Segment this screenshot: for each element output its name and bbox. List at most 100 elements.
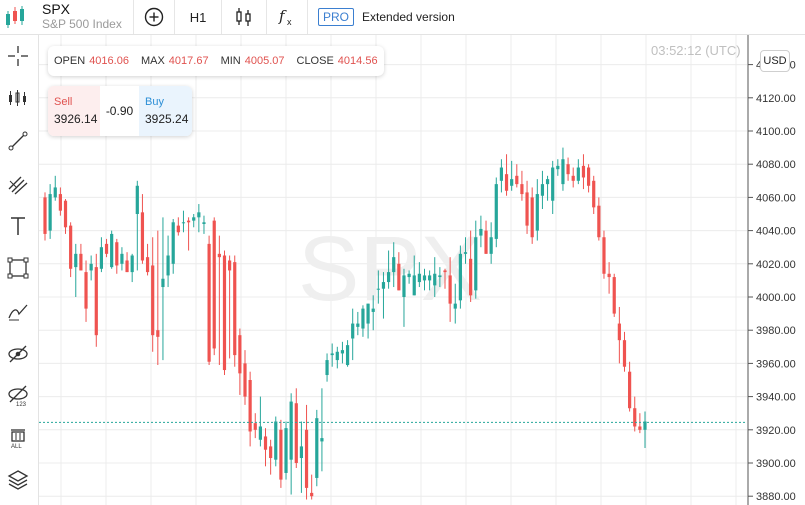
min-value: 4005.07 xyxy=(244,55,285,67)
candle-body xyxy=(156,330,160,337)
text-tool[interactable] xyxy=(5,213,31,239)
candle-body xyxy=(228,260,232,271)
crosshair-icon xyxy=(8,46,28,66)
candle-body xyxy=(315,418,319,478)
candle-body xyxy=(320,438,324,442)
symbol-name: S&P 500 Index xyxy=(42,17,122,31)
candle-body xyxy=(53,187,57,198)
candle-body xyxy=(581,165,586,178)
candle-body xyxy=(448,275,452,304)
price-tick-label: 4120.00 xyxy=(756,93,796,105)
text-icon xyxy=(11,217,25,235)
trendline-tool[interactable] xyxy=(5,128,31,154)
candle-body xyxy=(104,243,109,254)
indicators-icon xyxy=(9,90,26,106)
candle-body xyxy=(361,308,365,329)
price-tick-label: 4060.00 xyxy=(756,192,796,204)
symbol-ticker[interactable]: SPX xyxy=(42,1,70,17)
price-tick-label: 3880.00 xyxy=(756,491,796,503)
candle-body xyxy=(458,253,462,301)
max-label: MAX xyxy=(140,55,165,67)
candle-body xyxy=(207,243,211,362)
candle-body xyxy=(166,255,170,276)
candle-body xyxy=(181,222,186,224)
candle-body xyxy=(294,403,298,463)
candle-body xyxy=(176,225,180,233)
timeframe-button[interactable]: H1 xyxy=(174,0,221,34)
hide-indicators-icon: 123 xyxy=(8,385,28,407)
candle-body xyxy=(469,258,473,296)
candle-body xyxy=(145,257,150,273)
candle-body xyxy=(540,184,545,196)
brush-tool[interactable] xyxy=(5,298,31,324)
layers-icon xyxy=(7,470,29,490)
candle-body xyxy=(222,255,227,371)
price-tick-label: 4040.00 xyxy=(756,226,796,238)
candle-body xyxy=(161,278,165,288)
ohlc-info-panel: OPEN 4016.06 MAX 4017.67 MIN 4005.07 CLO… xyxy=(48,46,384,76)
candle-body xyxy=(566,164,570,175)
delete-all-tool[interactable]: ALL xyxy=(5,425,31,451)
candle-body xyxy=(120,253,124,264)
fib-icon xyxy=(8,176,28,195)
candle-body xyxy=(571,175,575,181)
indicators-tool[interactable] xyxy=(5,85,31,111)
candle-body xyxy=(586,167,591,186)
candle-body xyxy=(330,353,334,356)
candle-body xyxy=(453,303,457,309)
buy-button[interactable]: Buy 3925.24 xyxy=(139,86,192,136)
candle-body xyxy=(192,217,196,221)
pro-badge: PRO xyxy=(318,8,355,26)
candles-logo-icon xyxy=(6,6,24,28)
price-tick-label: 4080.00 xyxy=(756,159,796,171)
add-symbol-button[interactable] xyxy=(133,0,174,34)
candle-body xyxy=(69,225,73,269)
candle-body xyxy=(376,288,380,290)
candle-body xyxy=(597,205,601,238)
layers-tool[interactable] xyxy=(5,466,31,492)
candle-body xyxy=(463,252,468,254)
candle-body xyxy=(602,237,606,274)
chart-type-button[interactable] xyxy=(221,0,266,34)
candle-body xyxy=(248,380,252,432)
indicators-button[interactable]: fx xyxy=(266,0,307,34)
candle-body xyxy=(63,200,68,228)
hide-indicators-tool[interactable]: 123 xyxy=(5,383,31,409)
candle-body xyxy=(263,436,268,450)
fibonacci-tool[interactable] xyxy=(5,171,31,197)
hide-drawings-icon xyxy=(8,345,28,363)
candle-body xyxy=(417,273,421,283)
sell-button[interactable]: Sell 3926.14 xyxy=(48,86,100,136)
svg-text:ALL: ALL xyxy=(11,444,22,449)
candle-body xyxy=(366,303,370,324)
candle-body xyxy=(274,421,278,460)
close-value: 4014.56 xyxy=(337,55,378,67)
crosshair-tool[interactable] xyxy=(5,43,31,69)
candle-body xyxy=(607,273,611,278)
candle-body xyxy=(84,272,88,309)
price-tick-label: 4020.00 xyxy=(756,259,796,271)
currency-button[interactable]: USD xyxy=(760,50,790,72)
candle-body xyxy=(115,242,119,266)
candle-body xyxy=(351,323,355,339)
candle-body xyxy=(299,446,304,459)
candle-body xyxy=(520,184,524,195)
extended-version-button[interactable]: PRO Extended version xyxy=(307,0,467,34)
candle-body xyxy=(304,429,309,488)
svg-text:f: f xyxy=(278,7,287,25)
candle-body xyxy=(386,272,391,283)
candle-body xyxy=(489,237,493,254)
rectangle-tool[interactable] xyxy=(5,255,31,281)
price-axis[interactable]: 3880.00 3900.00 3920.00 3940.00 3960.00 3980.… xyxy=(748,60,796,504)
candle-body xyxy=(530,197,534,238)
candle-body xyxy=(243,363,247,397)
price-tick-label: 3980.00 xyxy=(756,325,796,337)
hide-drawings-tool[interactable] xyxy=(5,341,31,367)
price-tick-label: 3940.00 xyxy=(756,392,796,404)
candle-body xyxy=(99,247,104,269)
candle-body xyxy=(130,255,134,273)
candle-body xyxy=(58,194,62,211)
max-value: 4017.67 xyxy=(168,55,209,67)
candle-body xyxy=(94,267,98,336)
candle-body xyxy=(345,345,350,366)
